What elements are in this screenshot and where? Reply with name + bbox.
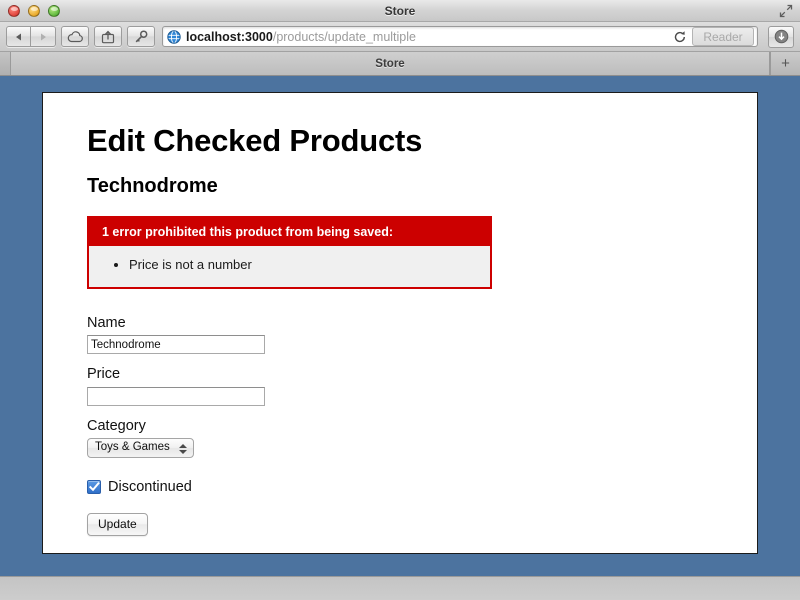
url-host: localhost:3000 (186, 29, 273, 44)
product-name-heading: Technodrome (87, 175, 218, 197)
safari-browser-window: Store localhost:3000/products/update_mul… (0, 0, 800, 577)
reload-icon (674, 30, 686, 42)
discontinued-checkbox[interactable] (87, 479, 101, 494)
url-path: /products/update_multiple (272, 29, 416, 44)
category-select[interactable]: Toys & Games (87, 437, 194, 458)
page-viewport: Edit Checked Products Technodrome 1 erro… (0, 78, 800, 576)
window-title: Store (384, 3, 416, 18)
tab-store[interactable]: Store (10, 52, 770, 75)
category-field-group: Category Toys & Games (87, 418, 713, 463)
error-list: Price is not a number (89, 246, 490, 287)
error-heading: 1 error prohibited this product from bei… (89, 218, 490, 246)
browser-toolbar: localhost:3000/products/update_multiple … (0, 22, 800, 52)
name-input[interactable] (87, 335, 265, 355)
discontinued-field-group[interactable]: Discontinued (87, 479, 713, 495)
price-input[interactable] (87, 386, 265, 406)
password-key-icon (135, 29, 148, 42)
forward-button[interactable] (31, 26, 56, 47)
address-bar[interactable]: localhost:3000/products/update_multiple … (162, 26, 758, 47)
product-form: Name Price Category Toys & Games (87, 315, 713, 536)
checkmark-icon (88, 481, 100, 492)
reader-button[interactable]: Reader (692, 27, 754, 46)
desktop: Store localhost:3000/products/update_mul… (0, 0, 800, 600)
zoom-window-button[interactable] (48, 4, 60, 17)
tab-bar-left-edge (0, 52, 10, 75)
reload-button[interactable] (671, 28, 689, 46)
downloads-arrow-icon (774, 29, 788, 44)
page-inner-container: Edit Checked Products Technodrome 1 erro… (43, 93, 757, 566)
select-stepper-icon (179, 441, 187, 457)
name-label: Name (87, 314, 126, 331)
tab-bar: Store + (0, 52, 800, 76)
desktop-background-strip (0, 577, 800, 600)
downloads-button[interactable] (768, 25, 794, 48)
category-label: Category (87, 417, 146, 434)
discontinued-label: Discontinued (108, 478, 192, 495)
window-title-bar: Store (0, 0, 800, 22)
update-button[interactable]: Update (87, 512, 148, 536)
name-field-group: Name (87, 315, 713, 355)
page-title: Edit Checked Products (87, 123, 423, 158)
back-arrow-icon (15, 33, 21, 40)
traffic-lights (8, 4, 60, 17)
close-window-button[interactable] (8, 4, 20, 17)
address-bar-text: localhost:3000/products/update_multiple (186, 30, 671, 44)
globe-favicon (167, 29, 181, 44)
share-icon (101, 30, 115, 43)
error-list-item: Price is not a number (129, 257, 480, 274)
fullscreen-arrows-icon[interactable] (779, 4, 793, 18)
page-content-card: Edit Checked Products Technodrome 1 erro… (42, 92, 758, 554)
navigation-button-group (6, 26, 56, 47)
password-manager-button[interactable] (127, 26, 155, 47)
category-selected-value: Toys & Games (95, 440, 170, 453)
minimize-window-button[interactable] (28, 4, 40, 17)
icloud-icon (67, 30, 83, 42)
forward-arrow-icon (41, 33, 46, 40)
price-field-group: Price (87, 366, 713, 406)
error-explanation-box: 1 error prohibited this product from bei… (87, 216, 492, 289)
price-label: Price (87, 366, 121, 383)
icloud-tabs-button[interactable] (61, 26, 89, 47)
back-button[interactable] (6, 26, 31, 47)
share-button[interactable] (94, 26, 122, 47)
new-tab-button[interactable]: + (770, 52, 800, 75)
